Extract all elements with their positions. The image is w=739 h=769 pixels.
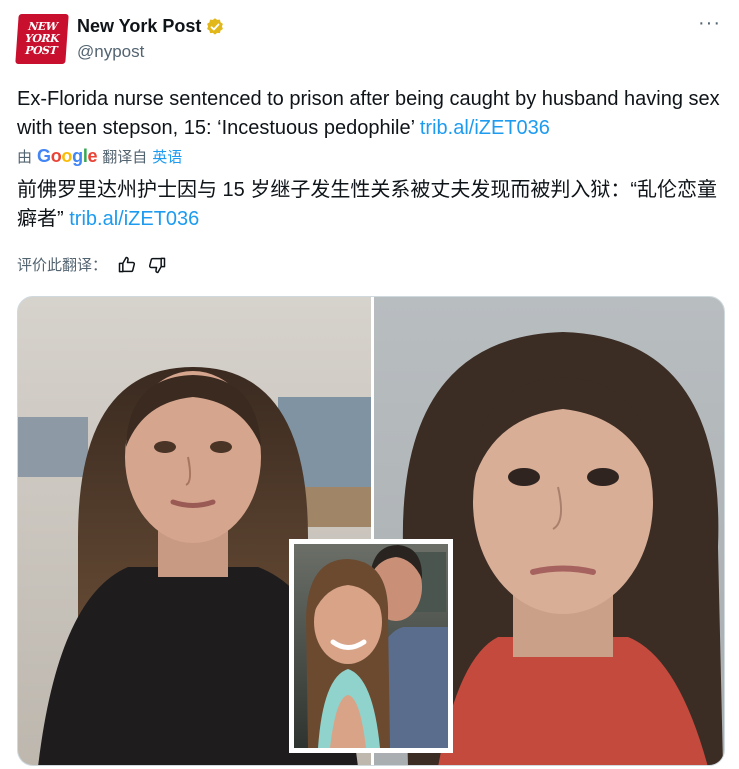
rate-label: 评价此翻译： [17,257,108,274]
tweet-media[interactable] [17,296,725,766]
handle[interactable]: @nypost [77,42,144,62]
translated-link[interactable]: trib.al/iZET036 [69,208,199,230]
tweet-card: NEW YORK POST New York Post @nypost ··· … [0,0,739,769]
display-name[interactable]: New York Post [77,16,201,37]
avatar-text-line: POST [24,44,58,57]
translated-by-prefix: 由 [17,149,33,166]
avatar[interactable]: NEW YORK POST [15,14,69,64]
google-logo-icon: Google [37,146,98,166]
translated-by: 由 Google 翻译自 英语 [17,146,182,167]
inset-photo [289,539,453,753]
media-photo-collage [18,297,724,765]
tweet-body: Ex-Florida nurse sentenced to prison aft… [17,88,720,139]
thumbs-down-icon[interactable] [147,255,167,275]
thumbs-up-icon[interactable] [117,255,137,275]
tweet-text: Ex-Florida nurse sentenced to prison aft… [17,85,727,143]
tweet-link[interactable]: trib.al/iZET036 [420,117,550,139]
translated-text: 前佛罗里达州护士因与 15 岁继子发生性关系被丈夫发现而被判入狱：“乱伦恋童癖者… [17,176,727,234]
verified-badge-icon [207,17,224,35]
name-row: New York Post [77,16,225,37]
more-options-icon[interactable]: ··· [698,13,721,33]
source-language[interactable]: 英语 [152,146,182,167]
translated-label: 翻译自 [102,149,148,166]
rate-translation: 评价此翻译： [17,254,167,275]
